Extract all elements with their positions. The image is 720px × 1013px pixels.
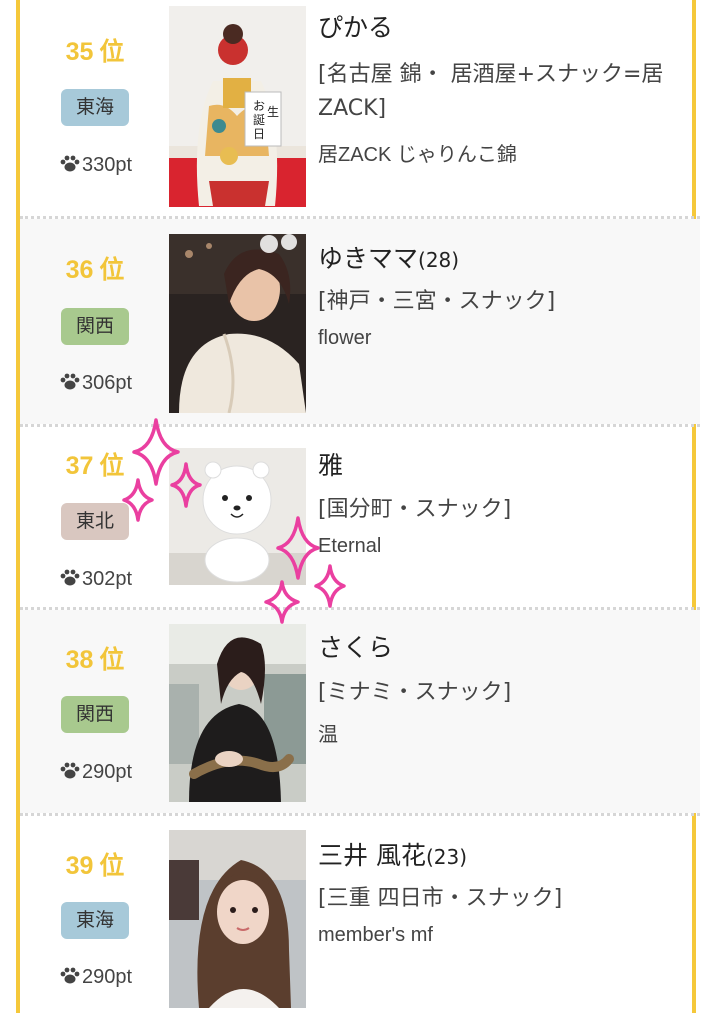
shop-name[interactable]: flower (318, 327, 371, 350)
bear-plush-photo[interactable] (169, 448, 306, 585)
paw-icon (60, 569, 80, 586)
region-badge[interactable]: 東北 (61, 503, 129, 540)
area-label: [三重 四日市・スナック] (318, 886, 563, 911)
ranking-entry[interactable]: 35 位 東海 330pt お 誕 日 生 ぴかる [名古屋 錦・ 居酒屋+スナッ… (20, 0, 700, 216)
cast-name[interactable]: 三井 風花(23) (318, 836, 467, 872)
points: 330pt (20, 153, 170, 177)
points: 290pt (20, 965, 170, 989)
cast-name[interactable]: ゆきママ(28) (318, 239, 459, 275)
points: 306pt (20, 371, 170, 395)
shop-name[interactable]: member's mf (318, 924, 433, 947)
cast-name[interactable]: さくら (318, 628, 393, 664)
area-label: [ミナミ・スナック] (318, 680, 512, 705)
woman-selfie-photo[interactable] (169, 234, 306, 413)
points: 290pt (20, 760, 170, 784)
paw-icon (60, 762, 80, 779)
ranking-entry[interactable]: 37 位 東北 302pt 雅 [国分町・スナック] Eternal (20, 427, 700, 607)
ranking-entry[interactable]: 36 位 関西 306pt ゆきママ(28) [神戸・三宮・スナック] flowe… (20, 219, 700, 424)
region-badge[interactable]: 関西 (61, 308, 129, 345)
paw-icon (60, 967, 80, 984)
svg-text:生: 生 (267, 105, 279, 119)
svg-text:誕: 誕 (253, 113, 265, 127)
woman-with-lizard-photo[interactable] (169, 624, 306, 802)
ranking-entry[interactable]: 38 位 関西 290pt さくら [ミナミ・スナック] 温 (20, 610, 700, 813)
shop-name[interactable]: 温 (318, 718, 338, 747)
paw-icon (60, 155, 80, 172)
rank-number: 37 位 (65, 452, 125, 480)
region-badge[interactable]: 東海 (61, 89, 129, 126)
woman-portrait-photo[interactable] (169, 830, 306, 1008)
paw-icon (60, 373, 80, 390)
rank-number: 35 位 (65, 38, 125, 66)
area-label: [神戸・三宮・スナック] (318, 289, 556, 314)
area-label: [国分町・スナック] (318, 497, 512, 522)
kimono-birthday-photo[interactable]: お 誕 日 生 (169, 6, 306, 207)
points: 302pt (20, 567, 170, 591)
rank-number: 36 位 (65, 256, 125, 284)
cast-name[interactable]: 雅 (318, 446, 343, 482)
region-badge[interactable]: 東海 (61, 902, 129, 939)
rank-number: 39 位 (65, 852, 125, 880)
ranking-entry[interactable]: 39 位 東海 290pt 三井 風花(23) [三重 四日市・スナック] mem… (20, 816, 700, 1013)
region-badge[interactable]: 関西 (61, 696, 129, 733)
area-label: [名古屋 錦・ 居酒屋+スナック=居ZACK] (318, 62, 664, 121)
rank-number: 38 位 (65, 646, 125, 674)
shop-name[interactable]: 居ZACK じゃりんこ錦 (318, 138, 517, 167)
svg-text:お: お (253, 99, 265, 113)
svg-text:日: 日 (253, 127, 265, 141)
cast-name[interactable]: ぴかる (318, 8, 393, 44)
shop-name[interactable]: Eternal (318, 535, 381, 558)
